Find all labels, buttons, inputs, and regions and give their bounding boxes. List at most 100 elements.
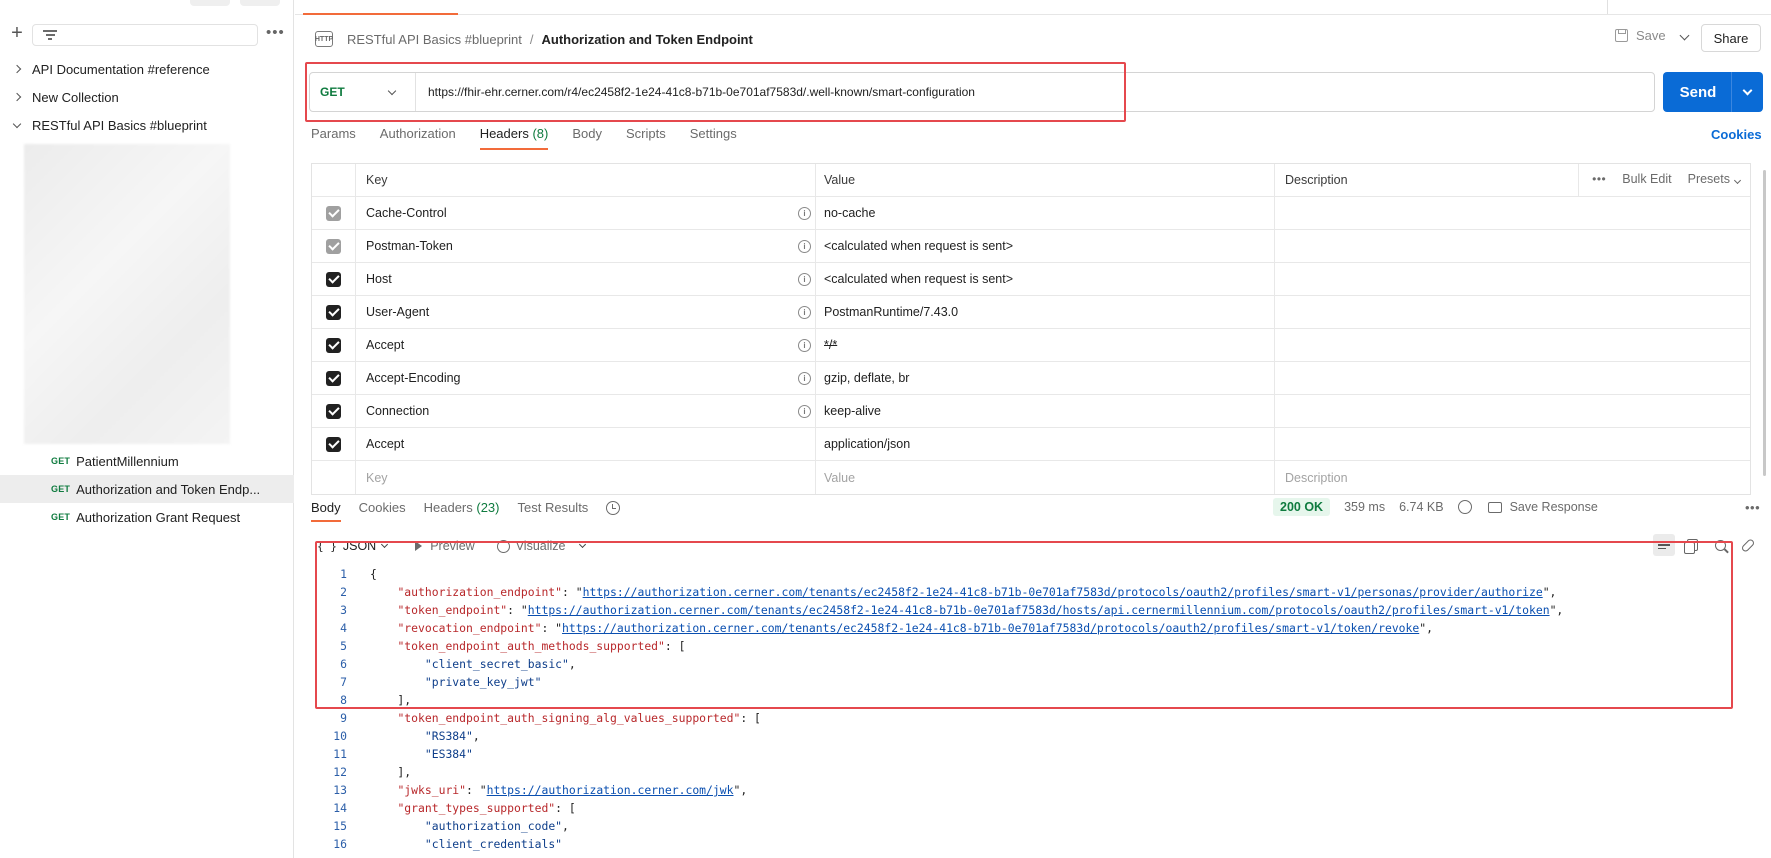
save-response-button[interactable]: Save Response [1510,500,1598,514]
info-icon[interactable]: i [798,338,811,352]
tab-headers[interactable]: Headers (8) [479,126,548,150]
description-cell[interactable] [1275,428,1750,461]
chevron-right-icon [10,92,24,102]
response-size[interactable]: 6.74 KB [1399,500,1443,514]
json-punct: : [ [740,711,761,725]
chevron-down-icon[interactable] [1742,85,1753,95]
description-cell[interactable] [1275,296,1750,329]
description-cell[interactable] [1275,197,1750,230]
request-item-authorization-grant[interactable]: GET Authorization Grant Request [0,503,294,531]
collection-new-collection[interactable]: New Collection [0,84,294,110]
json-link[interactable]: https://authorization.cerner.com/tenants… [562,621,1419,635]
checkbox[interactable] [326,304,341,320]
checkbox[interactable] [326,370,341,386]
collection-api-documentation[interactable]: API Documentation #reference [0,56,294,82]
cookies-link[interactable]: Cookies [1711,127,1762,142]
description-cell[interactable] [1275,329,1750,362]
checkbox[interactable] [326,205,341,221]
format-select[interactable]: { } JSON [317,539,389,553]
request-label: PatientMillennium [76,453,179,469]
info-icon[interactable]: i [798,239,811,253]
tab-params[interactable]: Params [311,126,356,150]
url-bar: GET https://fhir-ehr.cerner.com/r4/ec245… [309,72,1655,112]
link-button[interactable] [1737,534,1759,556]
json-link[interactable]: https://authorization.cerner.com/tenants… [528,603,1550,617]
copy-button[interactable] [1681,534,1703,556]
info-icon[interactable]: i [798,206,811,220]
plus-icon[interactable]: + [8,23,26,43]
tab-authorization[interactable]: Authorization [380,126,456,150]
presets-dropdown[interactable]: Presets [1688,172,1742,186]
collection-restful-api-basics[interactable]: RESTful API Basics #blueprint [0,112,294,138]
description-cell[interactable] [1275,395,1750,428]
breadcrumb-parent[interactable]: RESTful API Basics #blueprint [347,32,522,47]
new-description-input[interactable]: Description [1275,461,1750,494]
json-link[interactable]: https://authorization.cerner.com/jwk [487,783,734,797]
breadcrumb-separator: / [529,31,534,47]
info-icon[interactable]: i [798,371,811,385]
checkbox[interactable] [326,271,341,287]
response-body-code[interactable]: 1{2 "authorization_endpoint": "https://a… [295,565,1771,853]
new-value-input[interactable]: Value [816,461,1275,494]
preview-button[interactable]: Preview [415,539,475,553]
sidebar-top-button[interactable] [240,0,280,6]
code-line: 5 "token_endpoint_auth_methods_supported… [295,637,1771,655]
tab-response-headers[interactable]: Headers (23) [424,500,500,522]
chevron-down-icon[interactable] [1679,30,1690,41]
sidebar-top-button[interactable] [190,0,230,6]
wrap-lines-button[interactable] [1653,534,1675,556]
request-item-patientmillennium[interactable]: GET PatientMillennium [0,447,294,475]
search-button[interactable] [1709,534,1731,556]
send-button[interactable]: Send [1663,72,1763,112]
checkbox[interactable] [326,403,341,419]
tab-scripts[interactable]: Scripts [626,126,666,150]
tab-test-results[interactable]: Test Results [518,500,589,522]
more-options-icon[interactable]: ••• [1745,500,1760,515]
new-key-input[interactable]: Key [356,461,816,494]
info-icon[interactable]: i [798,272,811,286]
description-cell[interactable] [1275,230,1750,263]
tab-response-body[interactable]: Body [311,500,341,522]
description-cell[interactable] [1275,263,1750,296]
json-string: "authorization_code" [424,819,563,833]
header-value: */* [824,338,838,352]
visualize-button[interactable]: Visualize [496,539,586,553]
globe-icon[interactable] [1457,500,1472,514]
checkbox[interactable] [326,337,341,353]
more-options-icon[interactable]: ••• [266,24,285,41]
json-punct: ", [1549,603,1564,617]
history-icon[interactable] [606,501,621,515]
active-tab-indicator [303,13,458,15]
table-row: Postman-Token i <calculated when request … [312,229,1750,263]
header-value: application/json [824,437,911,451]
info-icon[interactable]: i [798,305,811,319]
checkbox[interactable] [326,436,341,452]
share-button[interactable]: Share [1701,24,1761,52]
line-number: 13 [333,783,347,797]
response-time[interactable]: 359 ms [1344,500,1385,514]
tab-label: Settings [689,126,737,141]
breadcrumb-current[interactable]: Authorization and Token Endpoint [541,32,752,47]
collection-label: New Collection [32,89,119,105]
tab-response-cookies[interactable]: Cookies [359,500,406,522]
table-row: Accept i */* [312,328,1750,362]
request-item-authorization-token[interactable]: GET Authorization and Token Endp... [0,475,294,503]
method-select[interactable]: GET [310,73,416,111]
url-input[interactable]: https://fhir-ehr.cerner.com/r4/ec2458f2-… [428,85,975,99]
sidebar-toolbar: + ••• [0,22,294,50]
json-link[interactable]: https://authorization.cerner.com/tenants… [583,585,1543,599]
description-cell[interactable] [1275,362,1750,395]
tab-settings[interactable]: Settings [690,126,737,150]
main-panel: HTTP RESTful API Basics #blueprint / Aut… [295,0,1771,858]
sidebar-filter-input[interactable] [32,24,258,46]
status-badge[interactable]: 200 OK [1273,498,1331,516]
info-icon[interactable]: i [798,404,811,418]
scrollbar[interactable] [1763,170,1766,476]
checkbox[interactable] [326,238,341,254]
bulk-edit-button[interactable]: Bulk Edit [1622,172,1671,186]
more-options-icon[interactable]: ••• [1592,172,1606,186]
save-button[interactable]: Save [1615,28,1666,43]
json-punct [370,585,397,599]
tab-body[interactable]: Body [572,126,602,150]
blurred-region [24,144,230,444]
